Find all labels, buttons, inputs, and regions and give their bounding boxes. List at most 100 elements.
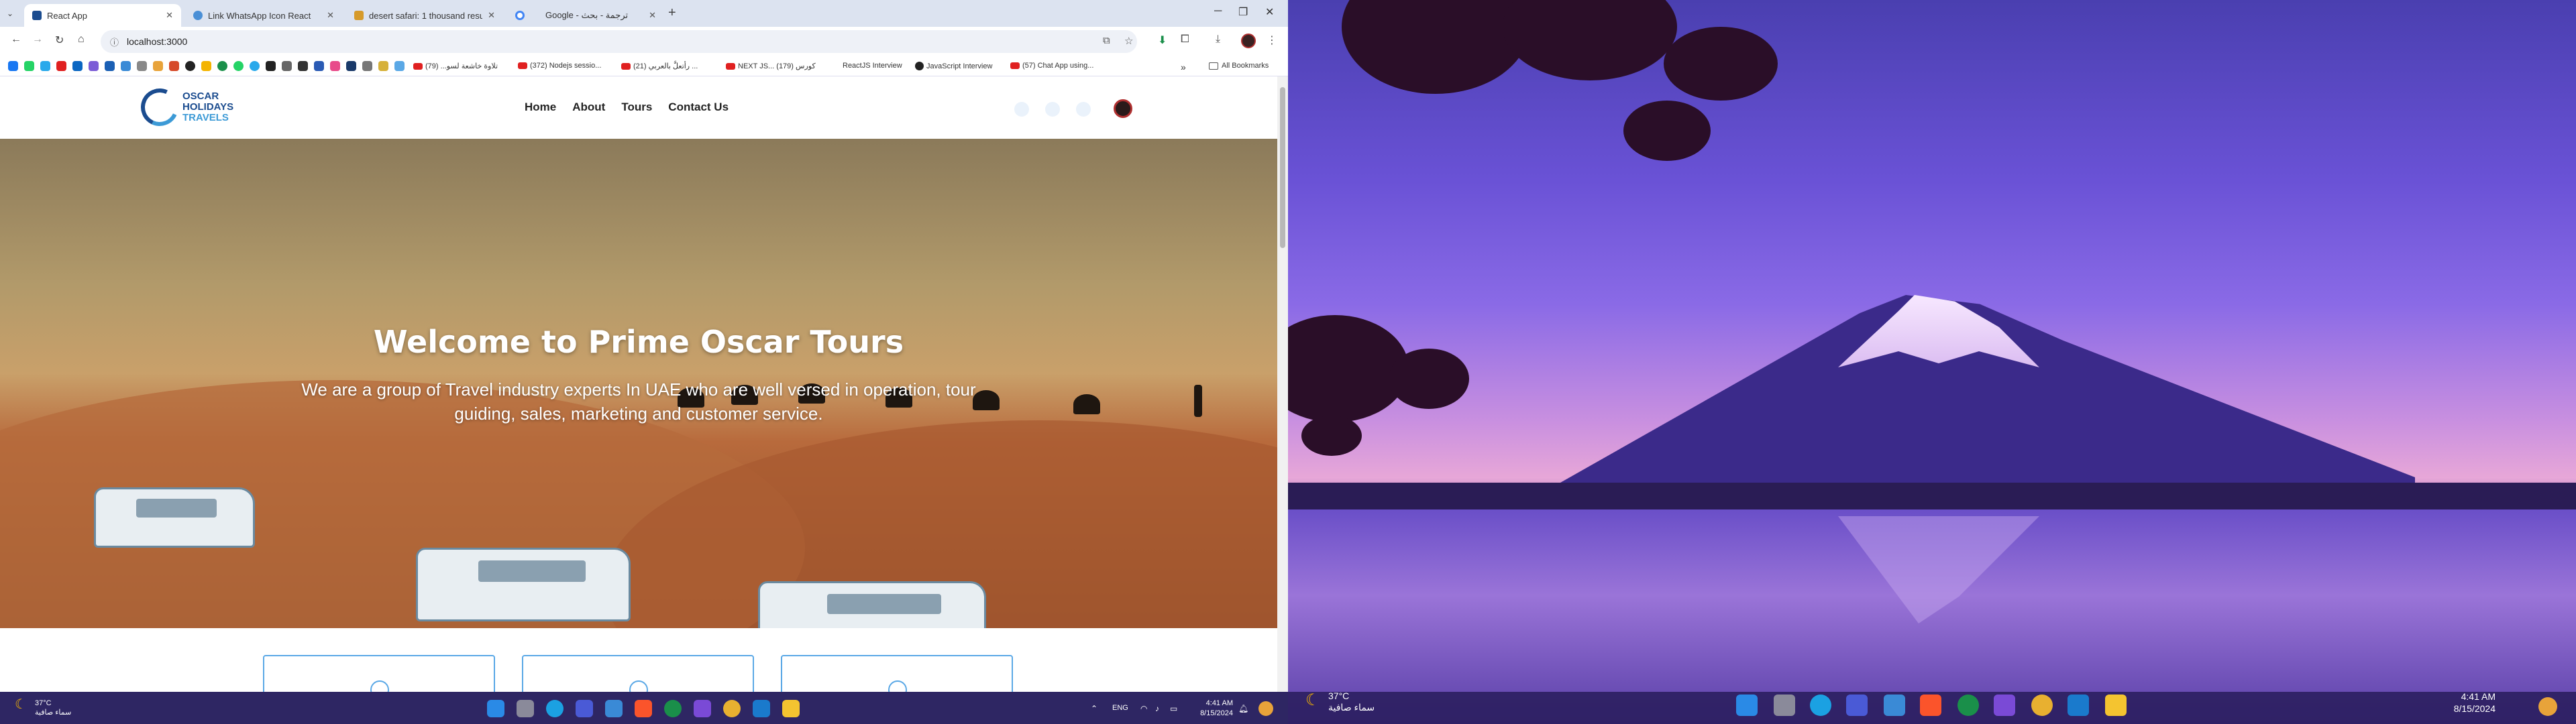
desktop-clock[interactable]: 4:41 AM 8/15/2024 xyxy=(2415,690,2496,715)
bookmark-app-icon[interactable] xyxy=(298,61,308,71)
bookmark-item[interactable]: ReactJS Interview xyxy=(843,62,902,70)
all-bookmarks[interactable]: All Bookmarks xyxy=(1209,62,1269,70)
close-tab-icon[interactable]: ✕ xyxy=(488,10,495,21)
close-tab-icon[interactable]: ✕ xyxy=(166,10,173,21)
bookmark-app-icon[interactable] xyxy=(314,61,324,71)
bookmark-item[interactable]: JavaScript Interview xyxy=(915,62,992,70)
file-explorer-icon[interactable] xyxy=(517,700,534,717)
reload-icon[interactable]: ↻ xyxy=(55,34,64,47)
nav-about[interactable]: About xyxy=(572,101,605,114)
scrollbar-thumb[interactable] xyxy=(1280,87,1285,248)
bookmark-app-icon[interactable] xyxy=(378,61,388,71)
tab-desert-safari[interactable]: desert safari: 1 thousand results ✕ xyxy=(346,4,503,27)
remote-desktop-icon[interactable] xyxy=(1884,695,1905,716)
visual-studio-icon[interactable] xyxy=(1994,695,2015,716)
social-icon[interactable] xyxy=(1014,102,1029,117)
telegram-icon[interactable] xyxy=(40,61,50,71)
bookmark-app-icon[interactable] xyxy=(346,61,356,71)
copilot-icon[interactable] xyxy=(1258,701,1273,716)
mongodb-icon[interactable] xyxy=(664,700,682,717)
close-window-icon[interactable]: ✕ xyxy=(1265,5,1274,19)
site-logo[interactable]: OSCAR HOLIDAYS TRAVELS xyxy=(136,83,233,131)
close-tab-icon[interactable]: ✕ xyxy=(327,10,334,21)
bookmark-app-icon[interactable] xyxy=(169,61,179,71)
brave-icon[interactable] xyxy=(635,700,652,717)
chevron-up-icon[interactable]: ⌃ xyxy=(1091,704,1097,713)
volume-icon[interactable]: ♪ xyxy=(1155,704,1159,713)
language-indicator[interactable]: ENG xyxy=(1112,704,1128,712)
bookmark-app-icon[interactable] xyxy=(394,61,405,71)
close-tab-icon[interactable]: ✕ xyxy=(649,10,656,21)
github-icon[interactable] xyxy=(185,61,195,71)
open-in-app-icon[interactable]: ⧉ xyxy=(1103,35,1110,46)
bookmark-app-icon[interactable] xyxy=(137,61,147,71)
address-bar[interactable]: ⓘ localhost:3000 xyxy=(101,30,1137,53)
extensions-icon[interactable]: ⧠ xyxy=(1181,34,1189,46)
facebook-icon[interactable] xyxy=(8,61,18,71)
site-info-icon[interactable]: ⓘ xyxy=(110,36,119,48)
whatsapp-icon[interactable] xyxy=(233,61,244,71)
youtube-icon[interactable] xyxy=(56,61,66,71)
vscode-icon[interactable] xyxy=(2068,695,2089,716)
minimize-icon[interactable]: ─ xyxy=(1214,5,1222,17)
bookmark-app-icon[interactable] xyxy=(330,61,340,71)
nav-home[interactable]: Home xyxy=(525,101,556,114)
bookmark-item[interactable]: تلاوة خاشعة لسو... (79) xyxy=(413,62,498,70)
nav-contact-us[interactable]: Contact Us xyxy=(668,101,729,114)
tab-search-icon[interactable]: ⌄ xyxy=(7,9,13,18)
folder-icon[interactable] xyxy=(2105,695,2127,716)
bookmark-app-icon[interactable] xyxy=(153,61,163,71)
edge-icon[interactable] xyxy=(546,700,564,717)
start-icon[interactable] xyxy=(1736,695,1758,716)
remote-desktop-icon[interactable] xyxy=(605,700,623,717)
tab-google-translate[interactable]: Google - ترجمة - بحث ✕ xyxy=(507,4,664,27)
chrome-icon[interactable] xyxy=(2031,695,2053,716)
profile-avatar[interactable] xyxy=(1241,34,1256,48)
bookmark-app-icon[interactable] xyxy=(282,61,292,71)
restore-icon[interactable]: ❐ xyxy=(1238,5,1248,19)
system-clock[interactable]: 4:41 AM 8/15/2024 xyxy=(1186,699,1233,719)
start-icon[interactable] xyxy=(487,700,504,717)
chrome-icon[interactable] xyxy=(723,700,741,717)
new-tab-icon[interactable]: + xyxy=(668,5,676,21)
bookmark-item[interactable]: (21) رأتعلَّ بالعربي ... xyxy=(621,62,698,70)
weather-widget[interactable]: ☾ 37°C سماء صافية xyxy=(15,698,71,717)
mongodb-icon[interactable] xyxy=(1957,695,1979,716)
feature-card[interactable] xyxy=(781,655,1013,692)
social-icon[interactable] xyxy=(1076,102,1091,117)
downloads-icon[interactable]: ⤓ xyxy=(1216,34,1220,46)
battery-icon[interactable]: ▭ xyxy=(1170,704,1177,713)
folder-icon[interactable] xyxy=(782,700,800,717)
bookmark-app-icon[interactable] xyxy=(121,61,131,71)
desktop-weather-widget[interactable]: ☾ 37°C سماء صافية xyxy=(1305,690,1375,713)
copilot-icon[interactable] xyxy=(2538,697,2557,716)
visual-studio-icon[interactable] xyxy=(694,700,711,717)
tab-react-app[interactable]: React App ✕ xyxy=(24,4,181,27)
feature-card[interactable] xyxy=(263,655,495,692)
back-icon[interactable]: ← xyxy=(11,34,21,46)
vscode-icon[interactable] xyxy=(753,700,770,717)
tab-whatsapp-icon[interactable]: Link WhatsApp Icon React ✕ xyxy=(185,4,342,27)
teams-icon[interactable] xyxy=(576,700,593,717)
file-explorer-icon[interactable] xyxy=(1774,695,1795,716)
nav-tours[interactable]: Tours xyxy=(621,101,652,114)
edge-icon[interactable] xyxy=(1810,695,1831,716)
bookmark-app-icon[interactable] xyxy=(217,61,227,71)
word-icon[interactable] xyxy=(105,61,115,71)
bookmark-app-icon[interactable] xyxy=(201,61,211,71)
extension-download-icon[interactable]: ⬇ xyxy=(1158,34,1167,47)
teams-icon[interactable] xyxy=(1846,695,1868,716)
whatsapp-icon[interactable] xyxy=(24,61,34,71)
chrome-menu-icon[interactable]: ⋮ xyxy=(1267,34,1277,47)
brave-icon[interactable] xyxy=(1920,695,1941,716)
home-icon[interactable]: ⌂ xyxy=(78,34,85,46)
bookmark-item[interactable]: NEXT JS... كورس (179) xyxy=(726,62,816,70)
bookmark-app-icon[interactable] xyxy=(89,61,99,71)
notification-bell-icon[interactable]: 🔔︎ xyxy=(1238,704,1248,713)
social-icon[interactable] xyxy=(1045,102,1060,117)
bookmark-app-icon[interactable] xyxy=(362,61,372,71)
bookmarks-overflow[interactable]: » xyxy=(1181,62,1186,72)
bookmark-app-icon[interactable] xyxy=(250,61,260,71)
bookmark-star-icon[interactable]: ☆ xyxy=(1124,35,1133,47)
wifi-icon[interactable]: ◠ xyxy=(1140,704,1147,713)
